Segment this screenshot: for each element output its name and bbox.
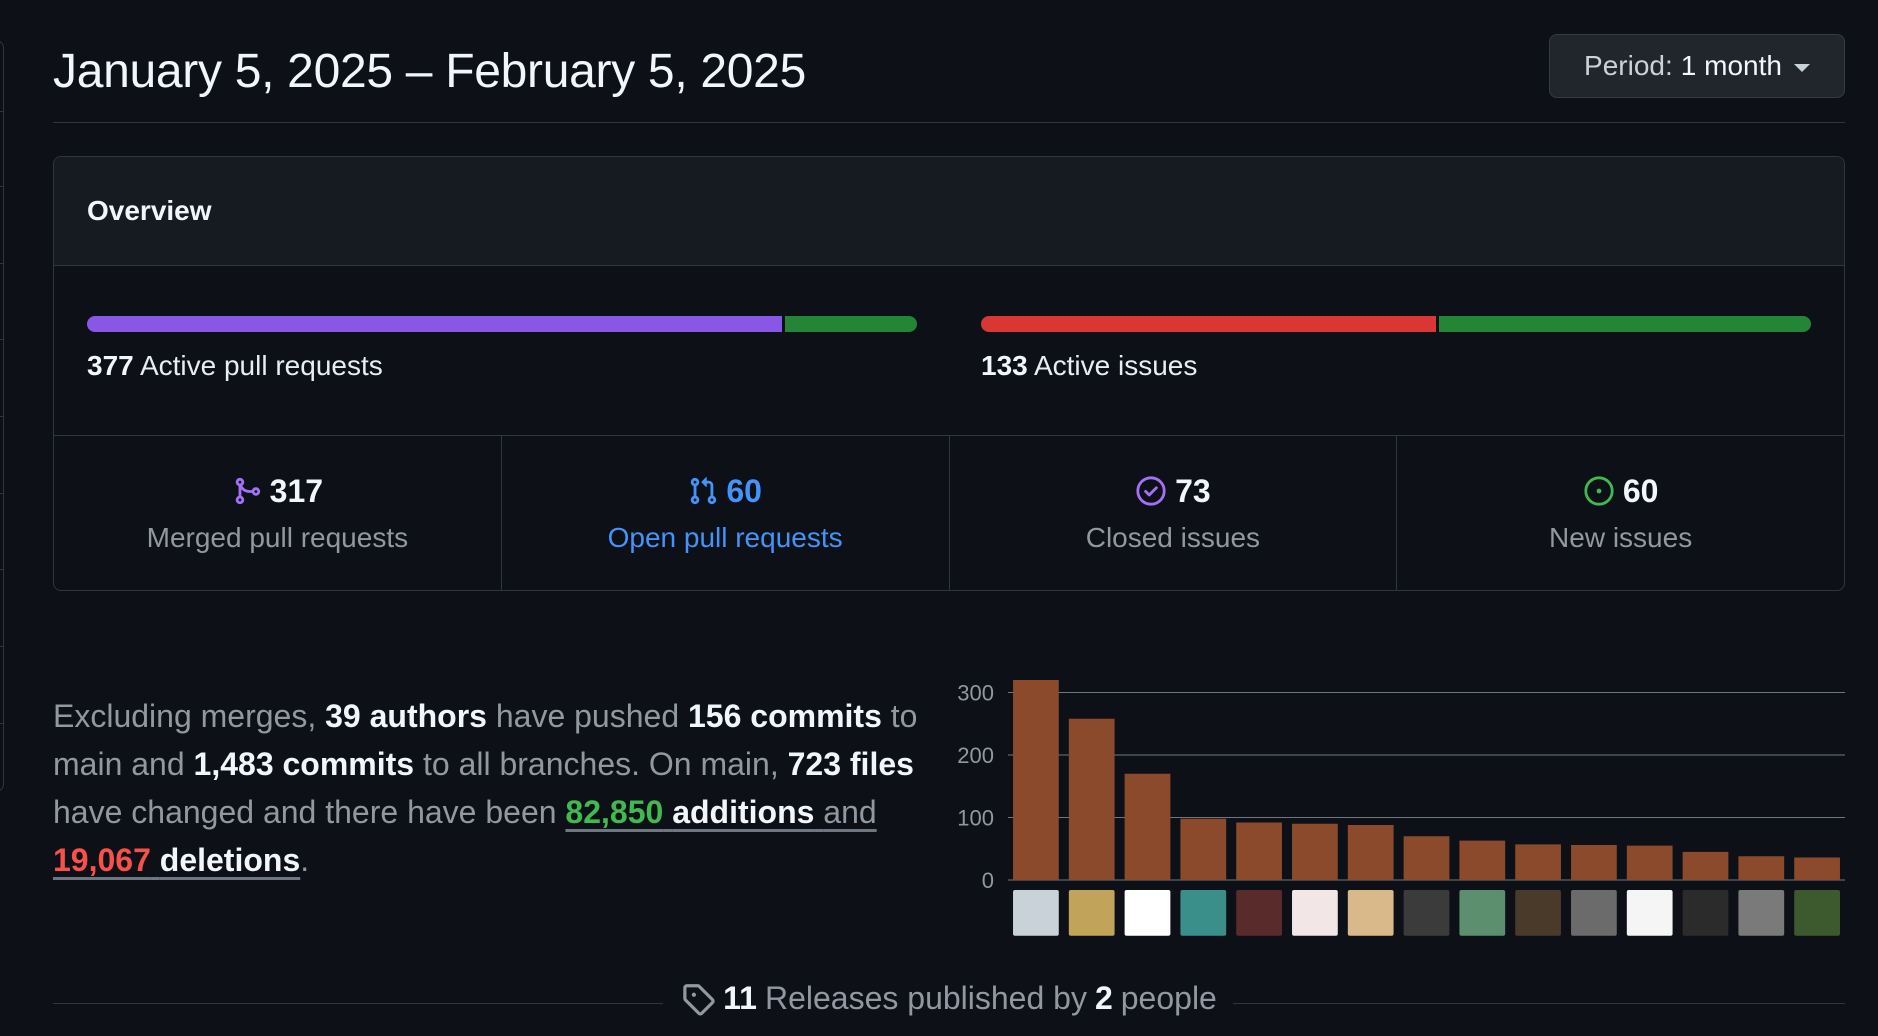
contributor-bar[interactable] <box>1347 825 1394 880</box>
period-value: 1 month <box>1680 50 1782 81</box>
overview-stats: 317 Merged pull requests 60 Open pull re… <box>54 436 1844 590</box>
merged-pull-requests-label: Merged pull requests <box>146 521 409 553</box>
contributor-bar[interactable] <box>1626 845 1673 880</box>
additions-label: additions <box>672 794 815 830</box>
caret-down-icon <box>1793 63 1810 72</box>
contributor-avatar[interactable] <box>1292 890 1338 936</box>
period-label: Period: <box>1584 50 1673 81</box>
closed-issues-label: Closed issues <box>1085 521 1261 553</box>
contributor-bar[interactable] <box>1794 857 1840 881</box>
contributor-bar[interactable] <box>1515 844 1561 880</box>
open-pull-requests-count: 60 <box>726 472 762 509</box>
open-pull-requests-stat[interactable]: 60 Open pull requests <box>502 436 950 590</box>
y-tick-label: 100 <box>957 806 994 831</box>
pull-requests-bar[interactable] <box>87 316 917 332</box>
merged-pull-requests-stat[interactable]: 317 Merged pull requests <box>54 436 502 590</box>
contributor-bar[interactable] <box>1403 836 1450 880</box>
merged-pr-segment <box>87 316 782 332</box>
contributor-avatar[interactable] <box>1626 890 1673 936</box>
active-issues-label: 133 Active issues <box>981 350 1197 382</box>
y-tick-label: 0 <box>982 868 994 893</box>
summary-text: have pushed <box>495 698 680 734</box>
issue-opened-icon <box>1583 475 1615 507</box>
additions-count: 82,850 <box>565 794 664 830</box>
deletions-label: deletions <box>159 842 301 878</box>
open-pull-requests-label[interactable]: Open pull requests <box>608 522 843 554</box>
contributor-avatar[interactable] <box>1794 890 1840 936</box>
active-pull-requests-text: Active pull requests <box>139 350 383 381</box>
closed-issues-count: 73 <box>1175 472 1211 509</box>
releases-label: Releases published by <box>764 980 1087 1016</box>
summary-text: . <box>300 842 310 878</box>
contributor-bar[interactable] <box>1068 718 1115 880</box>
closed-issues-segment <box>981 316 1436 332</box>
period-dropdown-button[interactable]: Period: 1 month <box>1549 34 1845 98</box>
contributor-bar[interactable] <box>1292 823 1338 880</box>
release-authors-count: 2 <box>1094 980 1113 1016</box>
issue-closed-icon <box>1135 475 1167 507</box>
contributor-avatar[interactable] <box>1180 890 1227 936</box>
releases-summary: 11 Releases published by 2 people <box>53 968 1845 1028</box>
releases-count: 11 <box>723 980 757 1016</box>
git-merge-icon <box>232 476 262 506</box>
contributor-bar[interactable] <box>1571 845 1617 880</box>
summary-text: Excluding merges, <box>53 698 317 734</box>
date-range-title: January 5, 2025 – February 5, 2025 <box>53 45 806 98</box>
contributor-avatar[interactable] <box>1347 890 1394 936</box>
files-changed-count: 723 files <box>787 746 914 782</box>
contributor-bar[interactable] <box>1236 822 1282 881</box>
contributor-avatar[interactable] <box>1738 890 1785 936</box>
y-tick-label: 300 <box>957 681 994 706</box>
contributor-avatar[interactable] <box>1068 890 1115 936</box>
active-issues-text: Active issues <box>1033 350 1198 381</box>
tag-icon <box>681 982 715 1016</box>
contributor-bar[interactable] <box>1013 680 1059 880</box>
contributor-avatar[interactable] <box>1682 890 1729 936</box>
commit-summary: Excluding merges, 39 authors have pushed… <box>53 692 933 884</box>
overview-bars: 377 Active pull requests 133 Active issu… <box>54 266 1844 436</box>
contributors-bar-chart: 0 100 200 300 <box>957 680 1845 936</box>
new-issues-segment <box>1438 316 1811 332</box>
contributor-avatar[interactable] <box>1013 890 1059 936</box>
new-issues-label: New issues <box>1549 521 1693 553</box>
contributor-avatar[interactable] <box>1124 890 1171 936</box>
contributor-bar[interactable] <box>1459 840 1506 880</box>
overview-header: Overview <box>54 157 1844 266</box>
summary-text: to all branches. On main, <box>422 746 779 782</box>
issues-bar[interactable] <box>981 316 1811 332</box>
summary-text: and <box>823 794 877 830</box>
overview-panel: Overview 377 Active pull requests 133 Ac… <box>53 156 1845 591</box>
contributor-avatar[interactable] <box>1236 890 1282 936</box>
summary-text: have changed and there have been <box>53 794 557 830</box>
active-pull-requests-count: 377 <box>87 350 134 381</box>
contributor-bar[interactable] <box>1124 773 1171 880</box>
closed-issues-stat[interactable]: 73 Closed issues <box>950 436 1398 590</box>
left-rail <box>0 40 4 792</box>
contributor-avatar[interactable] <box>1403 890 1450 936</box>
open-pr-segment <box>784 316 917 332</box>
releases-text[interactable]: 11 Releases published by 2 people <box>671 980 1227 1017</box>
all-branch-commits-count: 1,483 commits <box>193 746 415 782</box>
contributor-avatar[interactable] <box>1571 890 1617 936</box>
git-pull-request-icon <box>688 476 718 506</box>
contributor-bar[interactable] <box>1180 818 1227 880</box>
releases-people-label: people <box>1120 980 1217 1016</box>
deletions-count: 19,067 <box>53 842 151 878</box>
pulse-header: January 5, 2025 – February 5, 2025 Perio… <box>53 0 1845 123</box>
contributor-bar[interactable] <box>1738 856 1785 880</box>
contributor-bar[interactable] <box>1682 851 1729 880</box>
new-issues-stat[interactable]: 60 New issues <box>1397 436 1844 590</box>
new-issues-count: 60 <box>1622 472 1659 509</box>
y-tick-label: 200 <box>957 743 994 768</box>
contributor-avatar[interactable] <box>1459 890 1506 936</box>
active-issues-count: 133 <box>981 350 1028 381</box>
merged-pull-requests-count: 317 <box>269 472 324 509</box>
contributor-avatar[interactable] <box>1515 890 1561 936</box>
authors-count: 39 authors <box>325 698 487 734</box>
main-commits-count: 156 commits <box>688 698 882 734</box>
overview-title: Overview <box>87 195 212 226</box>
active-pull-requests-label: 377 Active pull requests <box>87 350 383 382</box>
